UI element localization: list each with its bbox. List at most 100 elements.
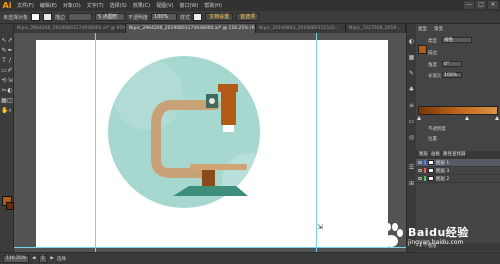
line-tool-icon[interactable]: / xyxy=(7,58,13,64)
opacity-label: 不透明度 xyxy=(428,127,446,132)
selection-label: 未选择对象 xyxy=(3,14,29,21)
menu-help[interactable]: 帮助(H) xyxy=(201,2,225,9)
layer-name: 图层 1 xyxy=(436,160,450,166)
circle-highlight xyxy=(222,153,278,209)
watermark: Baidu经验 jingyan.baidu.com xyxy=(376,222,498,252)
layer-row[interactable]: 图层 3 xyxy=(416,167,500,175)
layer-name: 图层 3 xyxy=(436,168,450,174)
window-controls: — □ ✕ xyxy=(464,1,498,9)
scale-tool-icon[interactable]: ⇲ xyxy=(7,78,13,84)
panel-tab-gradient[interactable]: 渐变 xyxy=(434,26,443,33)
stroke-color-icon[interactable] xyxy=(6,202,14,210)
document-tab[interactable]: Nipic_20190803_2019080311542... xyxy=(256,24,346,33)
angle-label: 角度 xyxy=(428,63,437,68)
status-mode: 选择 xyxy=(56,256,66,262)
eyepiece xyxy=(218,84,238,92)
menu-edit[interactable]: 编辑(E) xyxy=(37,2,60,9)
swatches-panel-icon[interactable]: ▦ xyxy=(408,54,415,61)
control-bar: 未选择对象 描边 5 点圆形 不透明度 100% 样式 文档设置 首选项 xyxy=(0,11,500,24)
stroke-weight-field[interactable] xyxy=(68,13,93,21)
maximize-button[interactable]: □ xyxy=(476,1,486,9)
opacity-label: 不透明度 xyxy=(128,14,149,21)
zoom-field[interactable]: 116.25% xyxy=(3,254,30,263)
ratio-label: 长宽比 xyxy=(428,74,442,79)
stroke-label: 描边 xyxy=(428,51,437,56)
menu-view[interactable]: 视图(V) xyxy=(153,2,176,9)
pen-tool-icon[interactable]: ✒ xyxy=(7,48,13,54)
document-tab[interactable]: Nipic_7227928_2019... xyxy=(346,24,406,33)
zoom-tool-icon[interactable]: ⌕ xyxy=(7,108,13,114)
align-panel-icon[interactable]: ⊞ xyxy=(408,180,415,187)
microscope-tube xyxy=(221,92,236,125)
layer-name: 图层 2 xyxy=(436,176,450,182)
paw-logo-icon xyxy=(380,223,403,247)
prev-artboard-icon[interactable]: ◀ xyxy=(32,256,35,261)
tab-pathfinder[interactable]: 路径查找器 xyxy=(443,151,466,159)
eye-icon[interactable] xyxy=(418,177,422,180)
canvas[interactable]: ⇲ xyxy=(14,33,406,252)
document-tab-active[interactable]: Nipic_2964206_20190803174938000.ai* @ 11… xyxy=(126,24,256,33)
gradient-stop[interactable] xyxy=(465,116,469,120)
stroke-panel-icon[interactable]: ≡ xyxy=(408,102,415,109)
direct-selection-tool-icon[interactable]: ↗ xyxy=(7,38,13,44)
layer-thumbnail xyxy=(428,176,434,181)
brushes-panel-icon[interactable]: ✎ xyxy=(408,70,415,77)
minimize-button[interactable]: — xyxy=(464,1,474,9)
layer-row[interactable]: 图层 1 xyxy=(416,159,500,167)
joint-knob xyxy=(209,98,215,104)
menu-type[interactable]: 文字(T) xyxy=(84,2,107,9)
preferences-button[interactable]: 首选项 xyxy=(236,13,260,21)
close-button[interactable]: ✕ xyxy=(488,1,498,9)
layer-color-marker xyxy=(424,176,426,181)
microscope-illustration[interactable] xyxy=(14,33,406,252)
style-label: 样式 xyxy=(180,14,191,21)
symbols-panel-icon[interactable]: ♣ xyxy=(408,86,415,93)
type-select[interactable]: 线性 xyxy=(442,37,472,43)
panel-icon-strip: ◐ ▦ ✎ ♣ ≡ ▭ ◎ ☰ ⊞ xyxy=(407,24,416,252)
objective-lens xyxy=(223,125,234,132)
menu-effect[interactable]: 效果(C) xyxy=(130,2,153,9)
menu-file[interactable]: 文件(F) xyxy=(14,2,37,9)
ratio-field[interactable]: 100% xyxy=(442,72,462,78)
gradient-stop[interactable] xyxy=(495,116,499,120)
stroke-label: 描边 xyxy=(55,14,66,21)
next-artboard-icon[interactable]: ▶ xyxy=(50,256,53,261)
layers-panel-tabs: 图层 画板 路径查找器 xyxy=(416,151,500,159)
doc-setup-button[interactable]: 文档设置 xyxy=(205,13,234,21)
menu-select[interactable]: 选择(S) xyxy=(107,2,130,9)
appearance-panel-icon[interactable]: ☰ xyxy=(408,164,415,171)
pencil-tool-icon[interactable]: ✐ xyxy=(7,68,13,74)
gradient-panel-icon[interactable]: ▭ xyxy=(408,118,415,125)
stroke-color-swatch[interactable] xyxy=(43,13,53,21)
gradient-preview-swatch[interactable] xyxy=(418,45,427,54)
layer-row[interactable]: 图层 2 xyxy=(416,175,500,183)
opacity-field[interactable]: 100% xyxy=(151,13,178,21)
circle-highlight xyxy=(113,60,183,130)
angle-field[interactable]: 0° xyxy=(442,61,462,67)
artboard-number-field[interactable]: 1 xyxy=(38,254,48,263)
gradient-slider[interactable] xyxy=(418,106,498,115)
layer-color-marker xyxy=(424,160,426,165)
style-swatch[interactable] xyxy=(193,13,203,21)
eye-icon[interactable] xyxy=(418,161,422,164)
gradient-stop[interactable] xyxy=(417,116,421,120)
menu-window[interactable]: 窗口(W) xyxy=(176,2,201,9)
tab-layers[interactable]: 图层 xyxy=(419,151,428,159)
document-tabs: Nipic_2964206_20190803174938000.ai* @ 92… xyxy=(14,24,406,33)
artboard-tool-icon[interactable]: ◫ xyxy=(7,98,13,104)
fill-color-swatch[interactable] xyxy=(31,13,41,21)
shape-builder-tool-icon[interactable]: ◐ xyxy=(7,88,13,94)
document-tab[interactable]: Nipic_2964206_20190803174938000.ai* @ 92… xyxy=(14,24,126,33)
tab-artboards[interactable]: 画板 xyxy=(431,151,440,159)
mouse-cursor-icon: ⇲ xyxy=(317,223,323,231)
transparency-panel-icon[interactable]: ◎ xyxy=(408,134,415,141)
menu-bar: Ai 文件(F) 编辑(E) 对象(O) 文字(T) 选择(S) 效果(C) 视… xyxy=(0,0,500,11)
layer-thumbnail xyxy=(428,160,434,165)
panel-tab-type[interactable]: 类型 xyxy=(418,26,427,33)
status-bar: 116.25% ◀ 1 ▶ 选择 xyxy=(0,252,500,264)
microscope-stage xyxy=(190,164,247,170)
menu-object[interactable]: 对象(O) xyxy=(60,2,84,9)
brush-select[interactable]: 5 点圆形 xyxy=(95,13,126,21)
color-panel-icon[interactable]: ◐ xyxy=(408,38,415,45)
eye-icon[interactable] xyxy=(418,169,422,172)
